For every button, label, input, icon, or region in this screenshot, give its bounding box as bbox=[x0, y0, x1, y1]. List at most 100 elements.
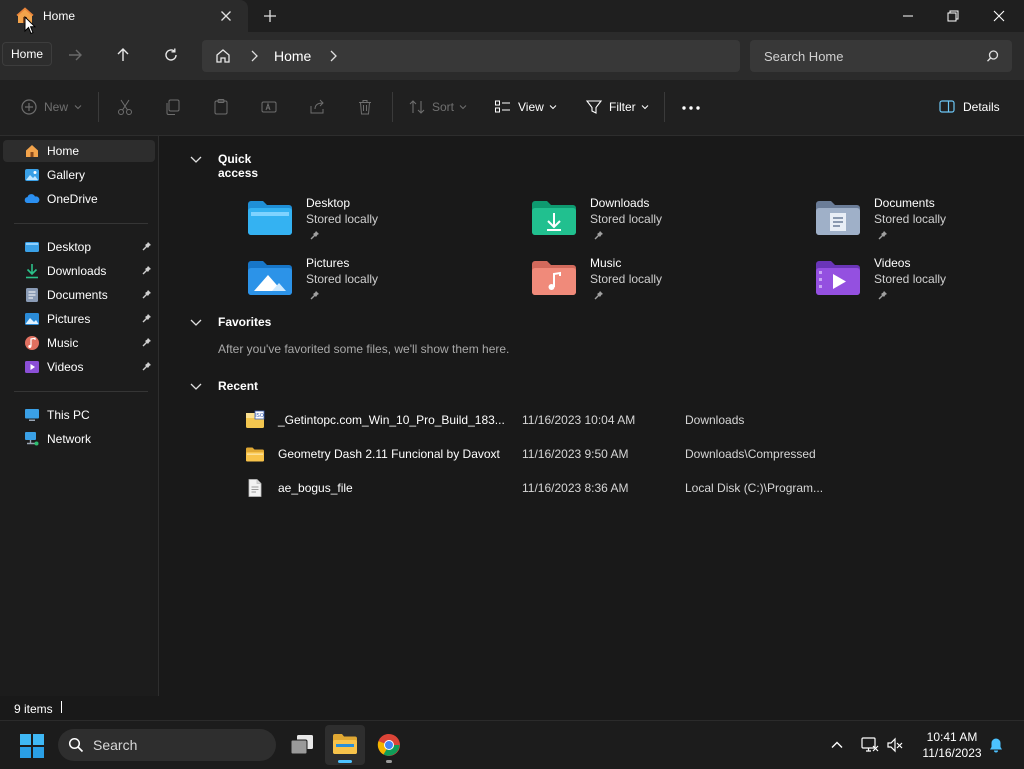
sidebar-item-this-pc[interactable]: This PC bbox=[3, 404, 155, 426]
refresh-button[interactable] bbox=[162, 46, 180, 64]
details-pane-icon bbox=[939, 100, 955, 113]
details-label: Details bbox=[963, 100, 1000, 114]
quick-access-downloads[interactable]: Downloads Stored locally bbox=[532, 195, 792, 251]
command-bar: New Sort View Filter Details bbox=[0, 80, 1024, 136]
tab-home[interactable]: Home bbox=[0, 0, 248, 32]
tab-title: Home bbox=[43, 9, 76, 23]
recent-file-location: Downloads\Compressed bbox=[685, 447, 816, 461]
chevron-up-icon[interactable] bbox=[830, 738, 844, 752]
taskbar-search[interactable]: Search bbox=[58, 729, 276, 761]
delete-button[interactable] bbox=[356, 98, 374, 116]
sidebar-item-desktop[interactable]: Desktop bbox=[3, 236, 155, 258]
clock-time[interactable]: 10:41 AM bbox=[916, 730, 988, 744]
pin-icon[interactable] bbox=[142, 337, 152, 347]
folder-icon bbox=[245, 444, 265, 464]
this-pc-icon bbox=[24, 407, 40, 423]
recent-row[interactable]: ISO _Getintopc.com_Win_10_Pro_Build_183.… bbox=[245, 406, 925, 434]
breadcrumb-home[interactable]: Home bbox=[274, 48, 311, 64]
svg-text:ISO: ISO bbox=[255, 413, 264, 419]
start-button[interactable] bbox=[20, 734, 44, 758]
chevron-down-icon[interactable] bbox=[189, 317, 203, 329]
chevron-down-icon[interactable] bbox=[189, 381, 203, 393]
search-input[interactable]: Search Home bbox=[750, 40, 1012, 72]
documents-icon bbox=[24, 287, 40, 303]
quick-access-pictures[interactable]: Pictures Stored locally bbox=[248, 255, 508, 311]
close-tab-icon[interactable] bbox=[218, 8, 234, 24]
chevron-right-icon[interactable] bbox=[247, 49, 261, 63]
recent-row[interactable]: Geometry Dash 2.11 Funcional by Davoxt 1… bbox=[245, 440, 925, 468]
pin-icon[interactable] bbox=[142, 289, 152, 299]
volume-muted-icon[interactable] bbox=[886, 736, 904, 754]
navigation-pane: Home Gallery OneDrive Desktop Downloads … bbox=[0, 136, 159, 696]
pin-icon bbox=[594, 230, 604, 240]
sidebar-item-label: Pictures bbox=[47, 312, 91, 326]
task-view-icon bbox=[290, 735, 313, 755]
pictures-folder-icon bbox=[248, 259, 292, 295]
sidebar-divider bbox=[14, 223, 148, 224]
sidebar-item-videos[interactable]: Videos bbox=[3, 356, 155, 378]
content-area: Quick access Desktop Stored locally Down… bbox=[159, 136, 1024, 696]
copy-icon bbox=[166, 99, 180, 115]
sidebar-item-documents[interactable]: Documents bbox=[3, 284, 155, 306]
videos-folder-icon bbox=[816, 259, 860, 295]
address-bar[interactable]: Home bbox=[202, 40, 740, 72]
active-app-indicator bbox=[338, 760, 352, 763]
sidebar-item-gallery[interactable]: Gallery bbox=[3, 164, 155, 186]
cut-button[interactable] bbox=[116, 98, 134, 116]
folder-name: Videos bbox=[874, 256, 911, 270]
folder-status: Stored locally bbox=[306, 212, 379, 226]
pin-icon[interactable] bbox=[142, 313, 152, 323]
sidebar-item-home[interactable]: Home bbox=[3, 140, 155, 162]
chevron-right-icon[interactable] bbox=[326, 49, 340, 63]
sidebar-item-downloads[interactable]: Downloads bbox=[3, 260, 155, 282]
network-status-icon[interactable] bbox=[861, 736, 879, 754]
rename-button[interactable] bbox=[260, 98, 278, 116]
folder-name: Music bbox=[590, 256, 622, 270]
sidebar-item-label: Documents bbox=[47, 288, 108, 302]
sidebar-item-onedrive[interactable]: OneDrive bbox=[3, 188, 155, 210]
taskbar-chrome[interactable] bbox=[369, 725, 409, 765]
pin-icon[interactable] bbox=[142, 361, 152, 371]
share-button[interactable] bbox=[308, 98, 326, 116]
sidebar-item-music[interactable]: Music bbox=[3, 332, 155, 354]
copy-button[interactable] bbox=[164, 98, 182, 116]
notification-bell-icon[interactable] bbox=[988, 737, 1004, 753]
taskbar-file-explorer[interactable] bbox=[325, 725, 365, 765]
sort-label: Sort bbox=[432, 100, 455, 114]
more-options-icon[interactable] bbox=[681, 105, 701, 111]
sidebar-item-label: Home bbox=[47, 144, 80, 158]
new-tab-icon[interactable] bbox=[262, 8, 278, 24]
recent-row[interactable]: ae_bogus_file 11/16/2023 8:36 AM Local D… bbox=[245, 474, 925, 502]
restore-button[interactable] bbox=[930, 0, 976, 32]
trash-icon bbox=[359, 100, 371, 115]
chevron-down-icon[interactable] bbox=[189, 154, 203, 166]
videos-icon bbox=[24, 359, 40, 375]
quick-access-desktop[interactable]: Desktop Stored locally bbox=[248, 195, 508, 251]
sidebar-item-pictures[interactable]: Pictures bbox=[3, 308, 155, 330]
network-icon bbox=[24, 431, 40, 447]
pin-icon[interactable] bbox=[142, 265, 152, 275]
title-bar: Home bbox=[0, 0, 1024, 35]
recent-file-location: Downloads bbox=[685, 413, 745, 427]
pin-icon bbox=[310, 290, 320, 300]
quick-access-documents[interactable]: Documents Stored locally bbox=[816, 195, 1024, 251]
up-button[interactable] bbox=[114, 46, 132, 64]
desktop-folder-icon bbox=[248, 199, 292, 235]
section-title: Quick access bbox=[218, 152, 259, 180]
paste-button[interactable] bbox=[212, 98, 230, 116]
close-window-button[interactable] bbox=[976, 0, 1022, 32]
task-view-button[interactable] bbox=[282, 725, 322, 765]
forward-button[interactable] bbox=[66, 46, 84, 64]
gallery-icon bbox=[24, 167, 40, 183]
minimize-button[interactable] bbox=[885, 0, 931, 32]
sidebar-item-label: Gallery bbox=[47, 168, 86, 182]
toolbar-divider bbox=[98, 92, 99, 122]
toolbar-divider bbox=[664, 92, 665, 122]
pin-icon[interactable] bbox=[142, 241, 152, 251]
quick-access-music[interactable]: Music Stored locally bbox=[532, 255, 792, 311]
home-address-icon[interactable] bbox=[214, 47, 232, 65]
quick-access-videos[interactable]: Videos Stored locally bbox=[816, 255, 1024, 311]
sidebar-item-network[interactable]: Network bbox=[3, 428, 155, 450]
clock-date[interactable]: 11/16/2023 bbox=[916, 746, 988, 760]
windows-logo-icon bbox=[20, 734, 44, 758]
